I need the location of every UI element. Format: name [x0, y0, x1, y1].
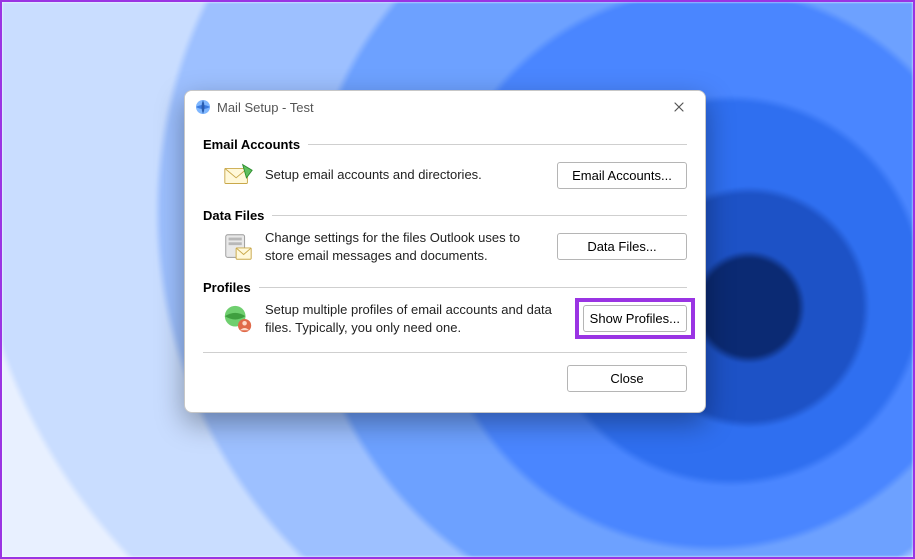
- section-title: Email Accounts: [203, 137, 300, 152]
- mail-app-icon: [195, 99, 211, 115]
- section-description: Setup multiple profiles of email account…: [265, 301, 573, 336]
- profiles-icon: [221, 302, 255, 336]
- section-body-email-accounts: Setup email accounts and directories. Em…: [203, 156, 687, 200]
- section-header-data-files: Data Files: [203, 208, 687, 223]
- mail-setup-dialog: Mail Setup - Test Email Accounts: [184, 90, 706, 413]
- dialog-content: Email Accounts Setup email accounts and …: [185, 123, 705, 412]
- close-button[interactable]: Close: [567, 365, 687, 392]
- close-icon: [674, 102, 684, 112]
- separator-line: [272, 215, 687, 216]
- dialog-footer: Close: [203, 365, 687, 398]
- section-header-email-accounts: Email Accounts: [203, 137, 687, 152]
- section-description: Setup email accounts and directories.: [265, 166, 547, 184]
- show-profiles-button[interactable]: Show Profiles...: [583, 305, 687, 332]
- highlighted-button-wrapper: Show Profiles...: [583, 305, 687, 332]
- titlebar: Mail Setup - Test: [185, 91, 705, 123]
- section-header-profiles: Profiles: [203, 280, 687, 295]
- section-title: Profiles: [203, 280, 251, 295]
- envelope-icon: [221, 158, 255, 192]
- section-title: Data Files: [203, 208, 264, 223]
- separator-line: [259, 287, 687, 288]
- email-accounts-button[interactable]: Email Accounts...: [557, 162, 687, 189]
- section-body-data-files: Change settings for the files Outlook us…: [203, 227, 687, 272]
- screenshot-frame: Mail Setup - Test Email Accounts: [0, 0, 915, 559]
- section-body-profiles: Setup multiple profiles of email account…: [203, 299, 687, 344]
- separator-line: [308, 144, 687, 145]
- section-description: Change settings for the files Outlook us…: [265, 229, 547, 264]
- close-window-button[interactable]: [657, 93, 701, 121]
- data-files-icon: [221, 230, 255, 264]
- footer-separator: [203, 352, 687, 353]
- window-title: Mail Setup - Test: [217, 100, 657, 115]
- data-files-button[interactable]: Data Files...: [557, 233, 687, 260]
